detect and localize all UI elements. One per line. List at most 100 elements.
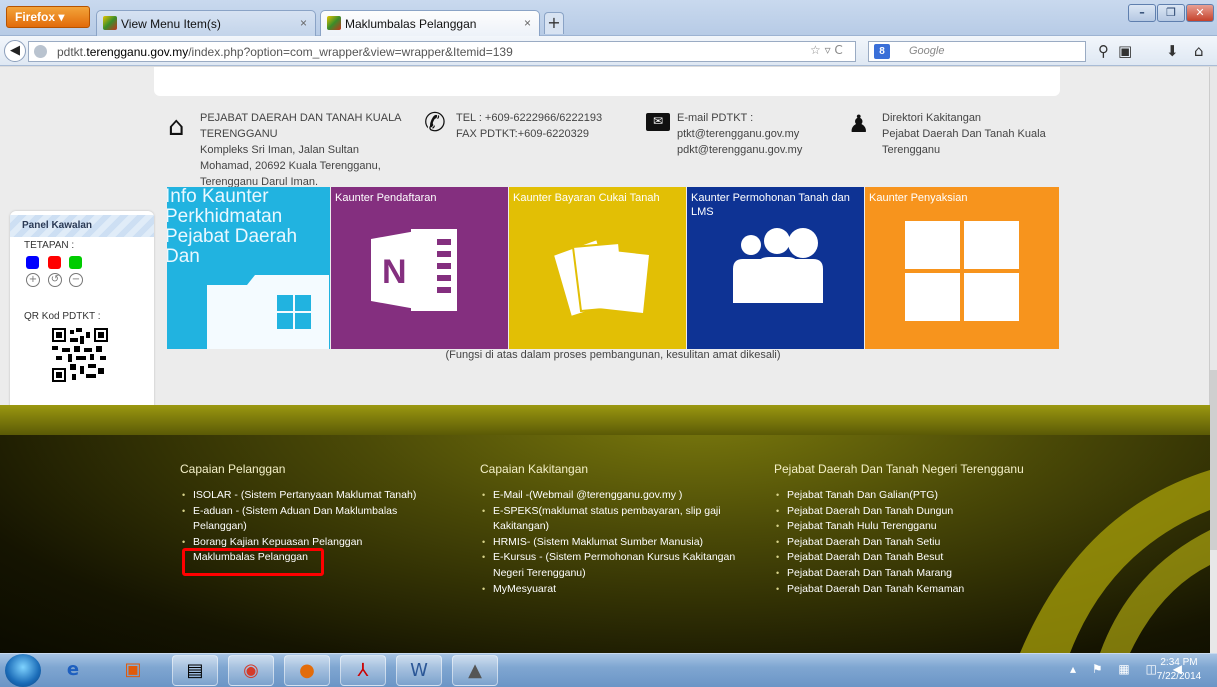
directory-title[interactable]: Direktori Kakitangan (882, 110, 1057, 126)
tile-kaunter-pendaftaran[interactable]: Kaunter Pendaftaran N (331, 187, 508, 349)
theme-green-swatch[interactable] (69, 256, 82, 269)
maximize-button[interactable]: ❐ (1157, 4, 1185, 22)
url-prefix: pdtkt. (57, 45, 87, 59)
content-top-box (154, 67, 1060, 96)
footer-link[interactable]: Pejabat Tanah Dan Galian(PTG) (774, 488, 1064, 504)
footer-link[interactable]: Pejabat Daerah Dan Tanah Kemaman (774, 582, 1064, 598)
phone-block: TEL : +609-6222966/6222193 FAX PDTKT:+60… (456, 110, 646, 142)
directory-block[interactable]: Direktori Kakitangan Pejabat Daerah Dan … (882, 110, 1057, 158)
windows-logo-icon (905, 221, 1019, 321)
tiles-caption: (Fungsi di atas dalam proses pembangunan… (445, 349, 781, 361)
footer-top-band (0, 405, 1210, 435)
footer-link[interactable]: Pejabat Daerah Dan Tanah Marang (774, 566, 1064, 582)
tile-info-kaunter[interactable]: Info Kaunter Perkhidmatan Pejabat Daerah… (167, 187, 330, 349)
directory-subtitle: Pejabat Daerah Dan Tanah Kuala Terenggan… (882, 128, 1046, 156)
bookmark-star-icon[interactable]: ☆ ▿ C (810, 43, 843, 57)
internet-explorer-icon[interactable]: e (50, 655, 96, 686)
reset-size-icon[interactable]: ↺ (48, 273, 62, 287)
theme-blue-swatch[interactable] (26, 256, 39, 269)
footer-col-pejabat-daerah: Pejabat Daerah Dan Tanah Negeri Terengga… (774, 462, 1064, 597)
phone-number: TEL : +609-6222966/6222193 (456, 112, 603, 124)
site-identity-icon[interactable] (34, 45, 47, 58)
footer-link[interactable]: E-Kursus - (Sistem Permohonan Kursus Kak… (480, 550, 750, 581)
url-domain: terengganu.gov.my (86, 45, 189, 59)
footer-link[interactable]: Pejabat Daerah Dan Tanah Dungun (774, 504, 1064, 520)
close-tab-icon[interactable]: × (524, 16, 531, 30)
security-app-icon[interactable]: ▲ (452, 655, 498, 686)
clock-date: 7/22/2014 (1156, 671, 1202, 682)
tile-label: Kaunter Penyaksian (869, 192, 968, 204)
minimize-button[interactable]: – (1128, 4, 1156, 22)
search-input[interactable]: Google (868, 41, 1086, 62)
tile-label: Kaunter Pendaftaran (335, 192, 437, 204)
home-icon[interactable]: ⌂ (1194, 42, 1204, 60)
tile-label: Kaunter Bayaran Cukai Tanah (513, 192, 660, 204)
bookmarks-menu-icon[interactable]: ▣ (1118, 42, 1132, 60)
footer-link[interactable]: Pejabat Tanah Hulu Terengganu (774, 519, 1064, 535)
qr-code-image (52, 328, 108, 382)
file-explorer-icon[interactable]: ▤ (172, 655, 218, 686)
firefox-menu-button[interactable]: Firefox ▾ (6, 6, 90, 28)
footer-link[interactable]: MyMesyuarat (480, 582, 750, 598)
footer-link[interactable]: Pejabat Daerah Dan Tanah Setiu (774, 535, 1064, 551)
fax-number: FAX PDTKT:+609-6220329 (456, 128, 589, 140)
footer-link[interactable]: Pejabat Daerah Dan Tanah Besut (774, 550, 1064, 566)
documents-icon (551, 237, 649, 317)
tab-maklumbalas-pelanggan[interactable]: Maklumbalas Pelanggan × (320, 10, 540, 36)
footer-col-title: Capaian Kakitangan (480, 462, 589, 476)
close-tab-icon[interactable]: × (300, 16, 307, 30)
firefox-icon[interactable]: ● (284, 655, 330, 686)
scrollbar-thumb[interactable] (1210, 370, 1217, 550)
office-address-block: PEJABAT DAERAH DAN TANAH KUALA TERENGGAN… (200, 110, 410, 190)
start-button-icon[interactable] (5, 654, 41, 687)
word-icon[interactable]: W (396, 655, 442, 686)
download-icon[interactable]: ⬇ (1166, 42, 1179, 60)
users-group-icon (733, 228, 823, 303)
acrobat-icon[interactable]: ⅄ (340, 655, 386, 686)
office-name: PEJABAT DAERAH DAN TANAH KUALA TERENGGAN… (200, 112, 401, 140)
zoom-in-icon[interactable]: + (26, 273, 40, 287)
email-label: E-mail PDTKT : (677, 112, 754, 124)
email-block: E-mail PDTKT : ptkt@terengganu.gov.my pd… (677, 110, 847, 158)
footer-link[interactable]: ISOLAR - (Sistem Pertanyaan Maklumat Tan… (180, 488, 450, 504)
url-bar[interactable]: pdtkt.terengganu.gov.my/index.php?option… (28, 41, 856, 62)
footer-link[interactable]: E-aduan - (Sistem Aduan Dan Maklumbalas … (180, 504, 450, 535)
folder-windows-icon (207, 275, 329, 349)
footer-col-capaian-kakitangan: Capaian Kakitangan E-Mail -(Webmail @ter… (480, 462, 750, 597)
tab-view-menu-items[interactable]: View Menu Item(s) × (96, 10, 316, 36)
joomla-favicon-icon (103, 16, 117, 30)
tile-kaunter-bayaran-cukai[interactable]: Kaunter Bayaran Cukai Tanah (509, 187, 686, 349)
new-tab-button[interactable]: + (544, 12, 564, 34)
tile-label: Info Kaunter Perkhidmatan Pejabat Daerah… (167, 187, 298, 267)
onenote-icon: N (371, 229, 457, 311)
footer-col-title: Capaian Pelanggan (180, 462, 286, 476)
zoom-out-icon[interactable]: − (69, 273, 83, 287)
search-placeholder: Google (909, 45, 945, 57)
svg-text:N: N (382, 253, 407, 291)
theme-red-swatch[interactable] (48, 256, 61, 269)
taskbar-clock[interactable]: 2:34 PM 7/22/2014 (1146, 656, 1212, 684)
vertical-scrollbar[interactable] (1209, 67, 1217, 653)
footer-link[interactable]: E-SPEKS(maklumat status pembayaran, slip… (480, 504, 750, 535)
settings-label: TETAPAN : (24, 240, 75, 251)
tile-kaunter-permohonan-tanah[interactable]: Kaunter Permohonan Tanah dan LMS (687, 187, 864, 349)
tab-label: View Menu Item(s) (121, 17, 221, 31)
email-icon: ✉ (646, 113, 670, 131)
chrome-icon[interactable]: ◉ (228, 655, 274, 686)
close-window-button[interactable]: ✕ (1186, 4, 1214, 22)
home-icon: ⌂ (168, 112, 185, 142)
footer-link[interactable]: E-Mail -(Webmail @terengganu.gov.my ) (480, 488, 750, 504)
email-link-2[interactable]: pdkt@terengganu.gov.my (677, 142, 847, 158)
staff-directory-icon: ♟ (848, 110, 870, 138)
search-engine-icon[interactable]: 8 (874, 44, 890, 59)
back-arrow-icon[interactable]: ◀ (4, 40, 26, 62)
media-player-icon[interactable]: ▣ (110, 655, 156, 686)
tile-kaunter-penyaksian[interactable]: Kaunter Penyaksian (865, 187, 1059, 349)
url-path: /index.php?option=com_wrapper&view=wrapp… (188, 45, 513, 59)
footer-link[interactable]: HRMIS- (Sistem Maklumat Sumber Manusia) (480, 535, 750, 551)
tile-label: Kaunter Permohonan Tanah dan LMS (691, 192, 850, 218)
search-magnifier-icon[interactable]: ⚲ (1098, 42, 1109, 60)
footer-col-title: Pejabat Daerah Dan Tanah Negeri Terengga… (774, 462, 1024, 476)
email-link-1[interactable]: ptkt@terengganu.gov.my (677, 126, 847, 142)
tab-label: Maklumbalas Pelanggan (345, 17, 477, 31)
